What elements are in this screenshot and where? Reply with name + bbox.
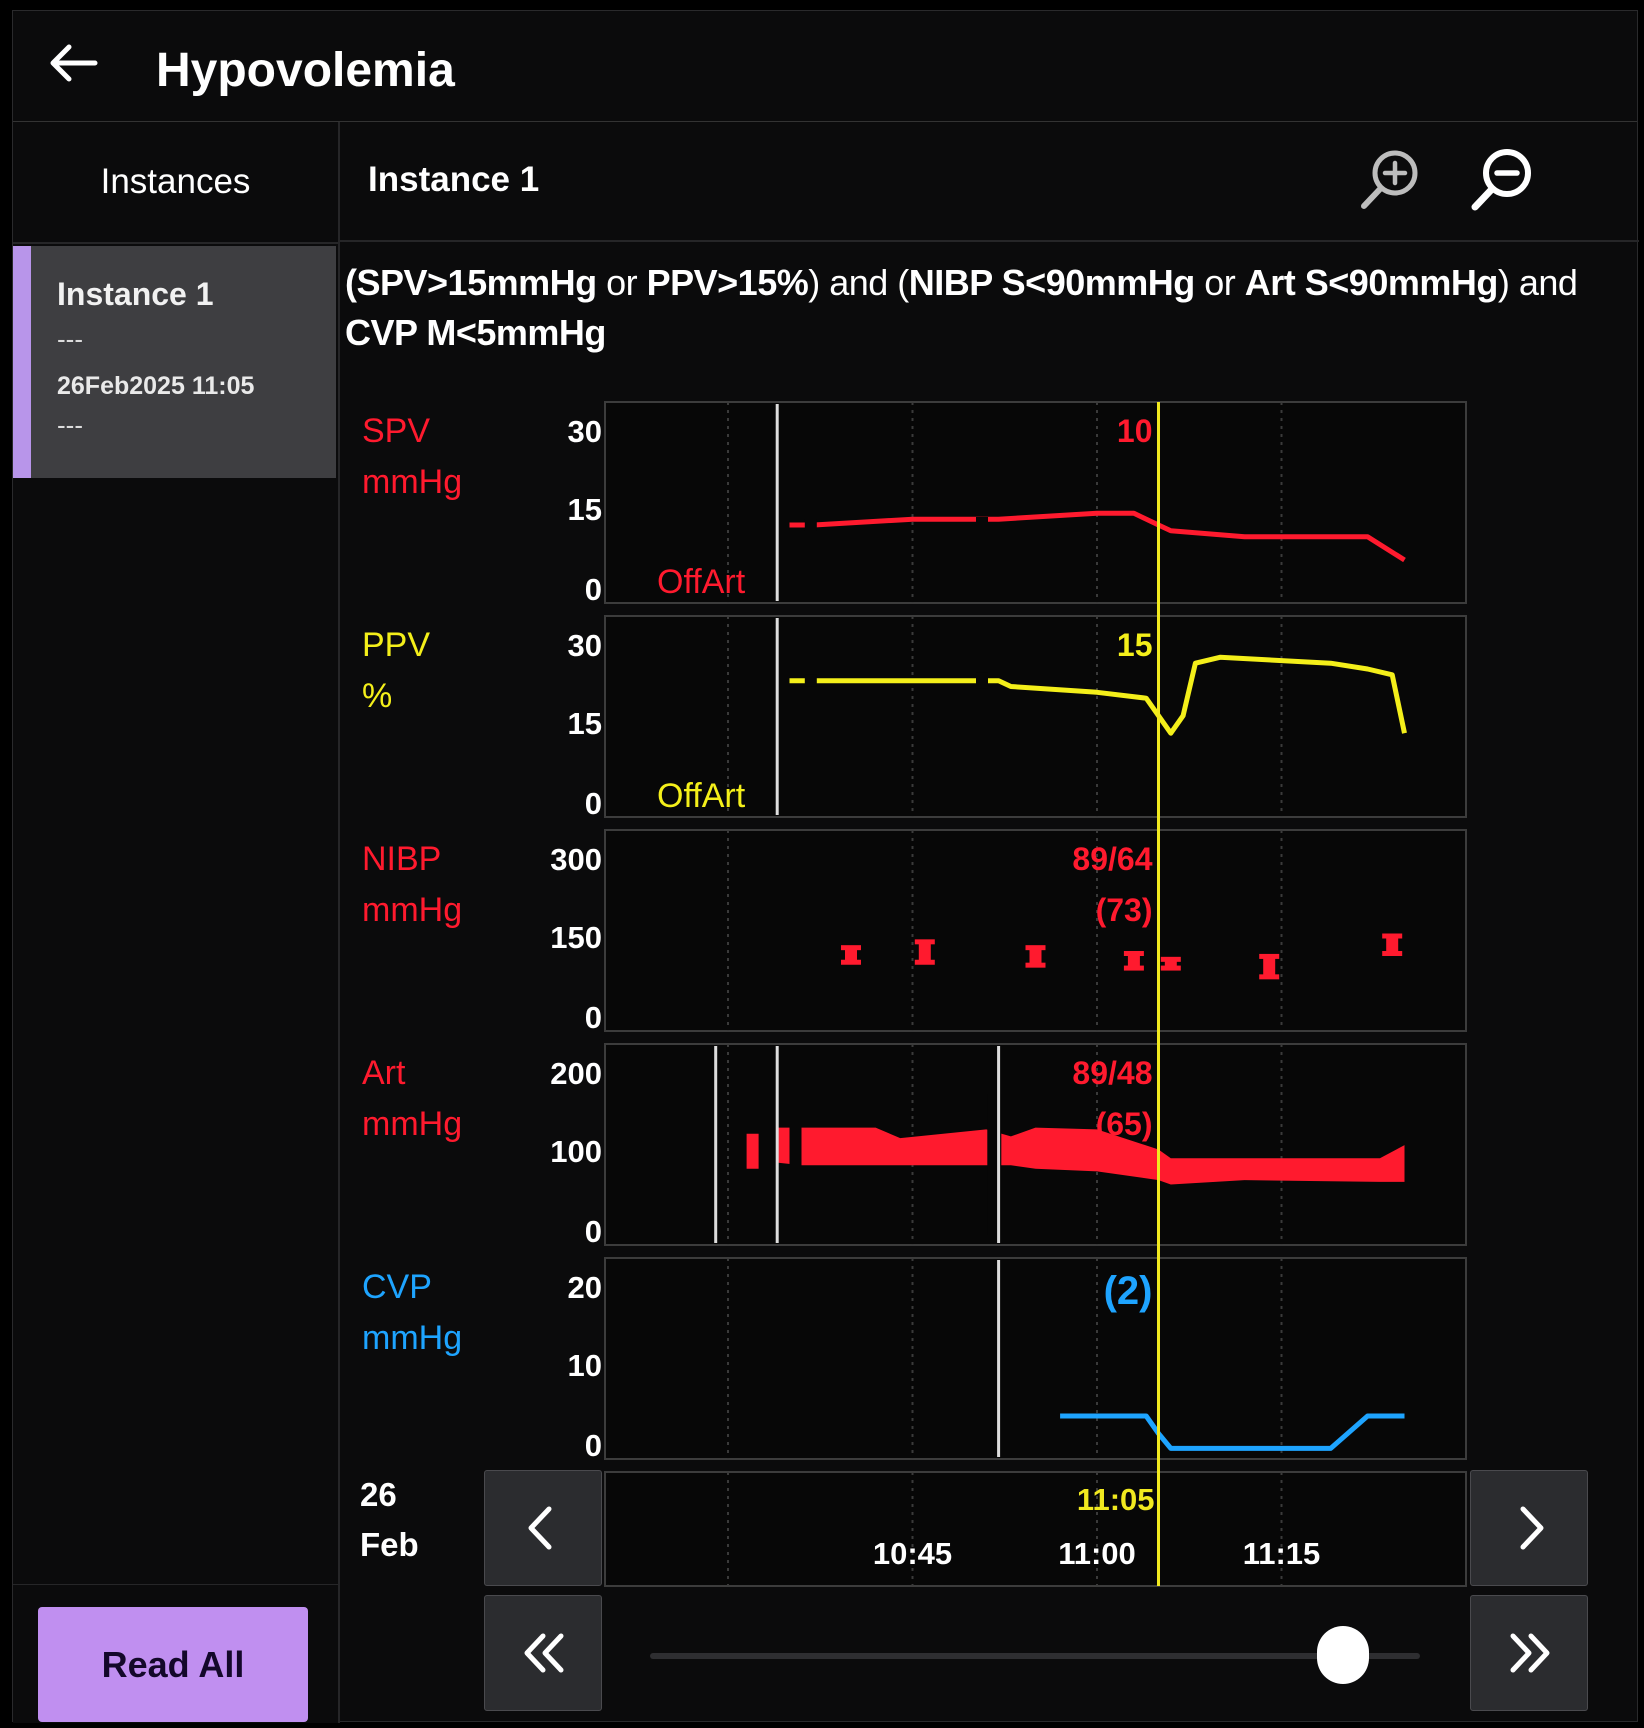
nibp-diastolic-mark [914,959,935,965]
y-tick-label: 0 [585,1214,602,1249]
y-tick-label: 20 [568,1270,602,1305]
nibp-systolic-mark [1160,956,1181,962]
y-tick-label: 30 [568,414,602,449]
cvp-cursor-value: (2) [1104,1269,1153,1313]
time-tick-label: 10:45 [873,1536,952,1571]
spv-status-text: OffArt [657,563,746,601]
y-tick-label: 0 [585,572,602,607]
y-tick-label: 200 [550,1056,602,1091]
param-unit-ppv: % [362,677,392,715]
nibp-systolic-mark [1259,953,1280,959]
nibp-diastolic-mark [1160,965,1181,971]
last-button[interactable] [1470,1595,1588,1711]
y-tick-label: 10 [568,1348,602,1383]
chevron-right-icon [1520,1506,1544,1550]
nibp-measurement [918,941,931,962]
chart-frame-cvp [604,1257,1467,1460]
y-tick-label: 100 [550,1134,602,1169]
first-button[interactable] [484,1595,602,1711]
cursor-time-label: 11:05 [1077,1482,1155,1517]
art-cursor-mean: (65) [1096,1106,1153,1142]
param-label-cvp: CVP [362,1268,432,1306]
prev-button[interactable] [484,1470,602,1586]
double-chevron-left-icon [524,1633,564,1673]
param-unit-spv: mmHg [362,463,462,501]
y-tick-label: 0 [585,1000,602,1035]
y-tick-label: 0 [585,1428,602,1463]
date-month: Feb [360,1526,419,1563]
timeline-slider-track[interactable] [650,1653,1420,1659]
nibp-cursor-mean: (73) [1096,892,1153,928]
y-tick-label: 30 [568,628,602,663]
series-gap [976,517,988,533]
time-tick-label: 11:15 [1243,1536,1321,1571]
next-button[interactable] [1470,1470,1588,1586]
nibp-systolic-mark [914,939,935,945]
chart-frame-nibp [604,829,1467,1032]
nibp-diastolic-mark [1123,965,1144,971]
double-chevron-right-icon [1510,1633,1550,1673]
nibp-measurement [1263,955,1276,977]
date-day: 26 [360,1476,397,1513]
param-unit-nibp: mmHg [362,891,462,929]
y-tick-label: 150 [550,920,602,955]
series-gap [804,674,817,687]
y-tick-label: 0 [585,786,602,821]
time-tick-label: 11:00 [1058,1536,1136,1571]
chevron-left-icon [528,1506,552,1550]
trend-charts: SPVmmHg30150PPV%30150NIBPmmHg3001500Artm… [360,401,1467,1587]
param-label-spv: SPV [362,412,430,450]
nibp-systolic-mark [1382,933,1403,939]
nibp-systolic-mark [1123,951,1144,956]
nibp-diastolic-mark [1025,962,1046,968]
series-gap [804,519,817,531]
spv-cursor-value: 10 [1117,413,1153,449]
param-label-ppv: PPV [362,626,430,664]
nibp-systolic-mark [1025,945,1046,951]
ppv-status-text: OffArt [657,777,746,815]
series-gap [976,672,988,689]
art-cursor-value: 89/48 [1072,1055,1152,1091]
nibp-diastolic-mark [1382,951,1403,956]
ppv-cursor-value: 15 [1117,627,1153,663]
nibp-diastolic-mark [841,959,861,965]
timeline-slider-thumb[interactable] [1317,1626,1369,1684]
y-tick-label: 15 [568,492,602,527]
series-gap [789,1094,802,1235]
y-tick-label: 15 [568,706,602,741]
param-unit-cvp: mmHg [362,1319,462,1357]
nibp-cursor-value: 89/64 [1072,841,1152,877]
art-early-mark [746,1133,759,1169]
param-label-art: Art [362,1054,406,1092]
param-unit-art: mmHg [362,1105,462,1143]
nibp-diastolic-mark [1259,974,1280,980]
time-axis-frame [604,1471,1467,1587]
param-label-nibp: NIBP [362,840,441,878]
nibp-systolic-mark [841,945,861,951]
y-tick-label: 300 [550,842,602,877]
